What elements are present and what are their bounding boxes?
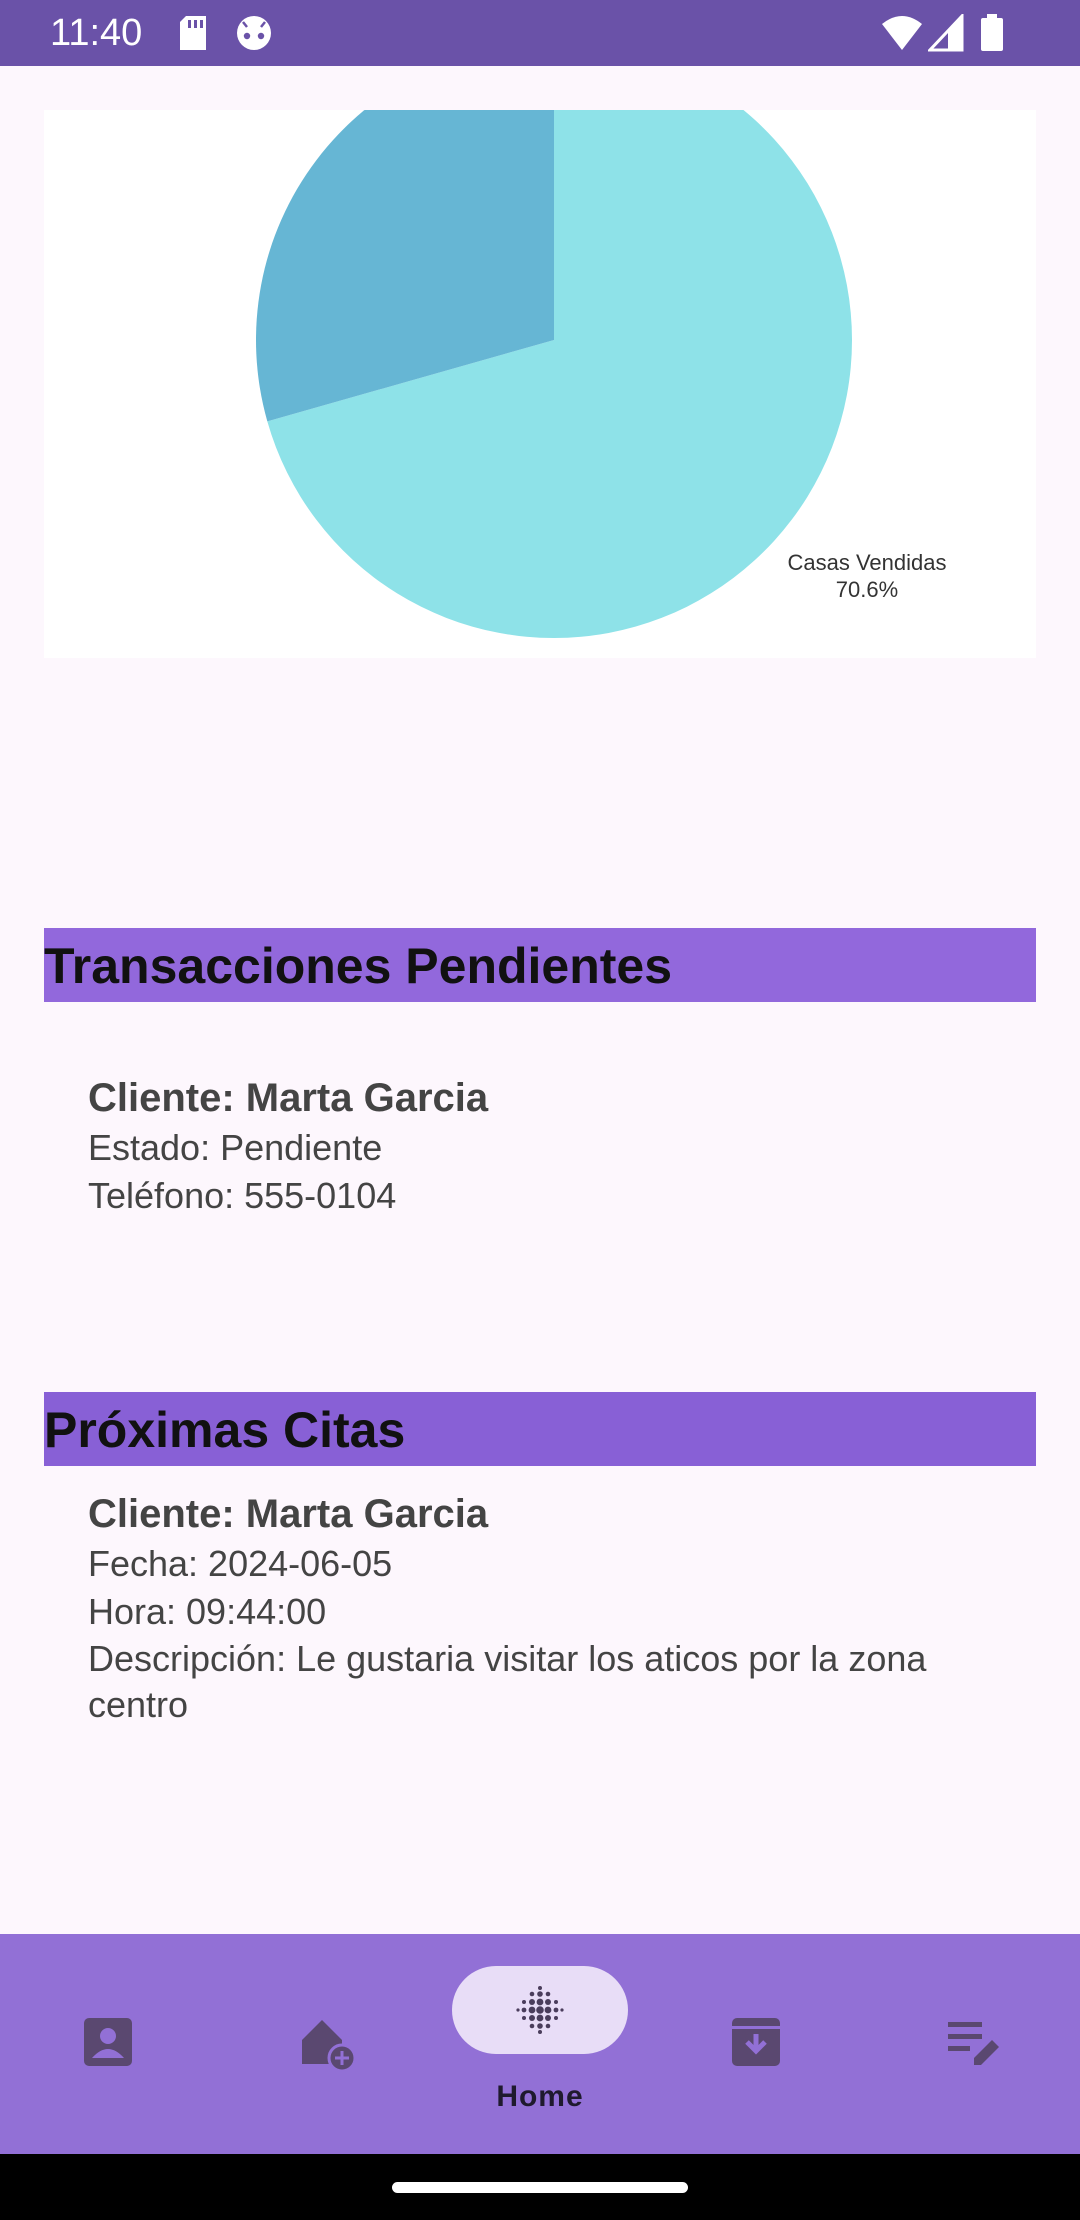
edit-list-icon [948, 2022, 999, 2065]
sd-card-icon [180, 16, 206, 50]
signal-icon [928, 14, 964, 52]
status-bar: 11:40 [0, 0, 1080, 66]
nav-item-add-property[interactable] [236, 1934, 412, 2154]
home-grid-icon [516, 1986, 564, 2034]
appointment-description: Descripción: Le gustaria visitar los ati… [88, 1638, 927, 1725]
nav-item-archive[interactable] [668, 1934, 844, 2154]
transaction-card[interactable]: Cliente: Marta Garcia Estado: Pendiente … [88, 1072, 968, 1220]
bottom-navigation: Home [0, 1934, 1080, 2154]
nav-label-home: Home [496, 2080, 584, 2113]
transaction-phone: Teléfono: 555-0104 [88, 1175, 397, 1216]
pie-chart-svg: Casas Vendidas 70.6% [256, 110, 947, 638]
add-home-icon [302, 2020, 357, 2072]
slice-percent-label: 70.6% [836, 577, 898, 602]
slice-label: Casas Vendidas [788, 550, 947, 575]
wifi-icon [882, 16, 922, 50]
transaction-status: Estado: Pendiente [88, 1127, 383, 1168]
appointment-card[interactable]: Cliente: Marta Garcia Fecha: 2024-06-05 … [88, 1488, 968, 1728]
contact-icon [84, 2018, 132, 2066]
status-time: 11:40 [50, 12, 143, 54]
appointment-date: Fecha: 2024-06-05 [88, 1543, 393, 1584]
pie-chart: Casas Vendidas 70.6% [44, 110, 1036, 658]
nav-active-indicator [452, 1966, 628, 2054]
section-title-transacciones: Transacciones Pendientes [44, 928, 1036, 1002]
appointment-client: Cliente: Marta Garcia [88, 1492, 489, 1536]
section-title-citas: Próximas Citas [44, 1392, 1036, 1466]
android-icon [237, 16, 271, 50]
archive-download-icon [732, 2018, 780, 2066]
nav-item-edit-list[interactable] [884, 1934, 1060, 2154]
gesture-navigation-bar [0, 2154, 1080, 2220]
battery-icon [981, 14, 1003, 51]
appointment-time: Hora: 09:44:00 [88, 1591, 327, 1632]
transaction-client: Cliente: Marta Garcia [88, 1076, 489, 1120]
home-gesture-handle[interactable] [392, 2182, 688, 2193]
nav-item-contacts[interactable] [20, 1934, 196, 2154]
